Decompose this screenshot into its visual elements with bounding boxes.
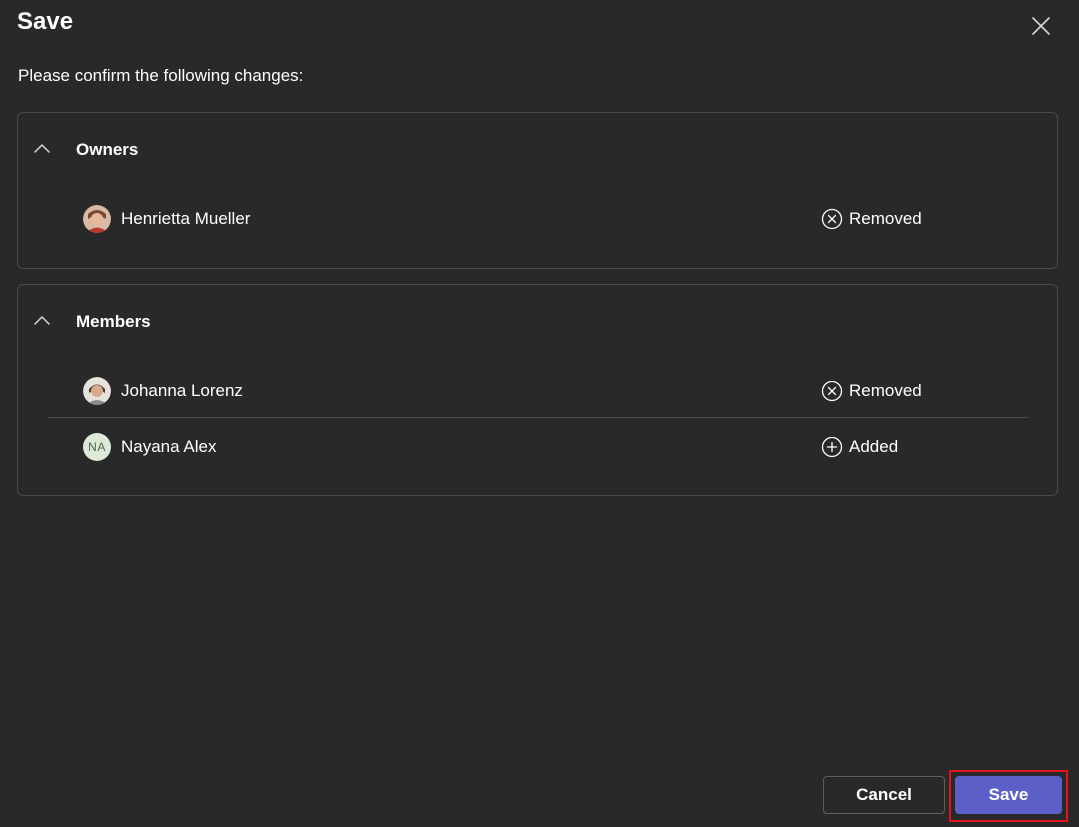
person-name: Henrietta Mueller <box>121 209 251 228</box>
avatar: NA <box>83 433 111 461</box>
list-item: NA Nayana Alex Added <box>48 419 1029 474</box>
dialog-title: Save <box>17 8 74 35</box>
cancel-button[interactable]: Cancel <box>823 776 945 814</box>
chevron-up-icon <box>34 316 50 325</box>
members-section-header[interactable]: Members <box>18 285 1057 357</box>
list-item: Johanna Lorenz Removed <box>48 363 1029 418</box>
status-badge: Removed <box>821 379 922 403</box>
status-badge: Removed <box>821 207 922 231</box>
save-dialog: Save Please confirm the following change… <box>0 0 1079 827</box>
owners-section-title: Owners <box>76 140 139 159</box>
chevron-up-icon <box>34 144 50 153</box>
avatar <box>83 377 111 405</box>
circle-x-icon <box>821 208 843 230</box>
circle-plus-icon <box>821 436 843 458</box>
person-name: Johanna Lorenz <box>121 381 243 400</box>
owners-section-header[interactable]: Owners <box>18 113 1057 185</box>
members-section-title: Members <box>76 312 151 331</box>
close-icon <box>1032 17 1050 35</box>
confirm-instructions: Please confirm the following changes: <box>18 66 304 85</box>
status-text: Added <box>849 437 899 456</box>
person-name: Nayana Alex <box>121 437 217 456</box>
members-section: Members Johanna Lorenz Removed NA Nayana… <box>17 284 1058 496</box>
avatar <box>83 205 111 233</box>
close-button[interactable] <box>1026 11 1056 41</box>
save-button[interactable]: Save <box>955 776 1062 814</box>
circle-x-icon <box>821 380 843 402</box>
status-badge: Added <box>821 435 898 459</box>
list-item: Henrietta Mueller Removed <box>48 191 1029 246</box>
owners-section: Owners Henrietta Mueller Removed <box>17 112 1058 269</box>
status-text: Removed <box>849 381 922 400</box>
status-text: Removed <box>849 209 922 228</box>
